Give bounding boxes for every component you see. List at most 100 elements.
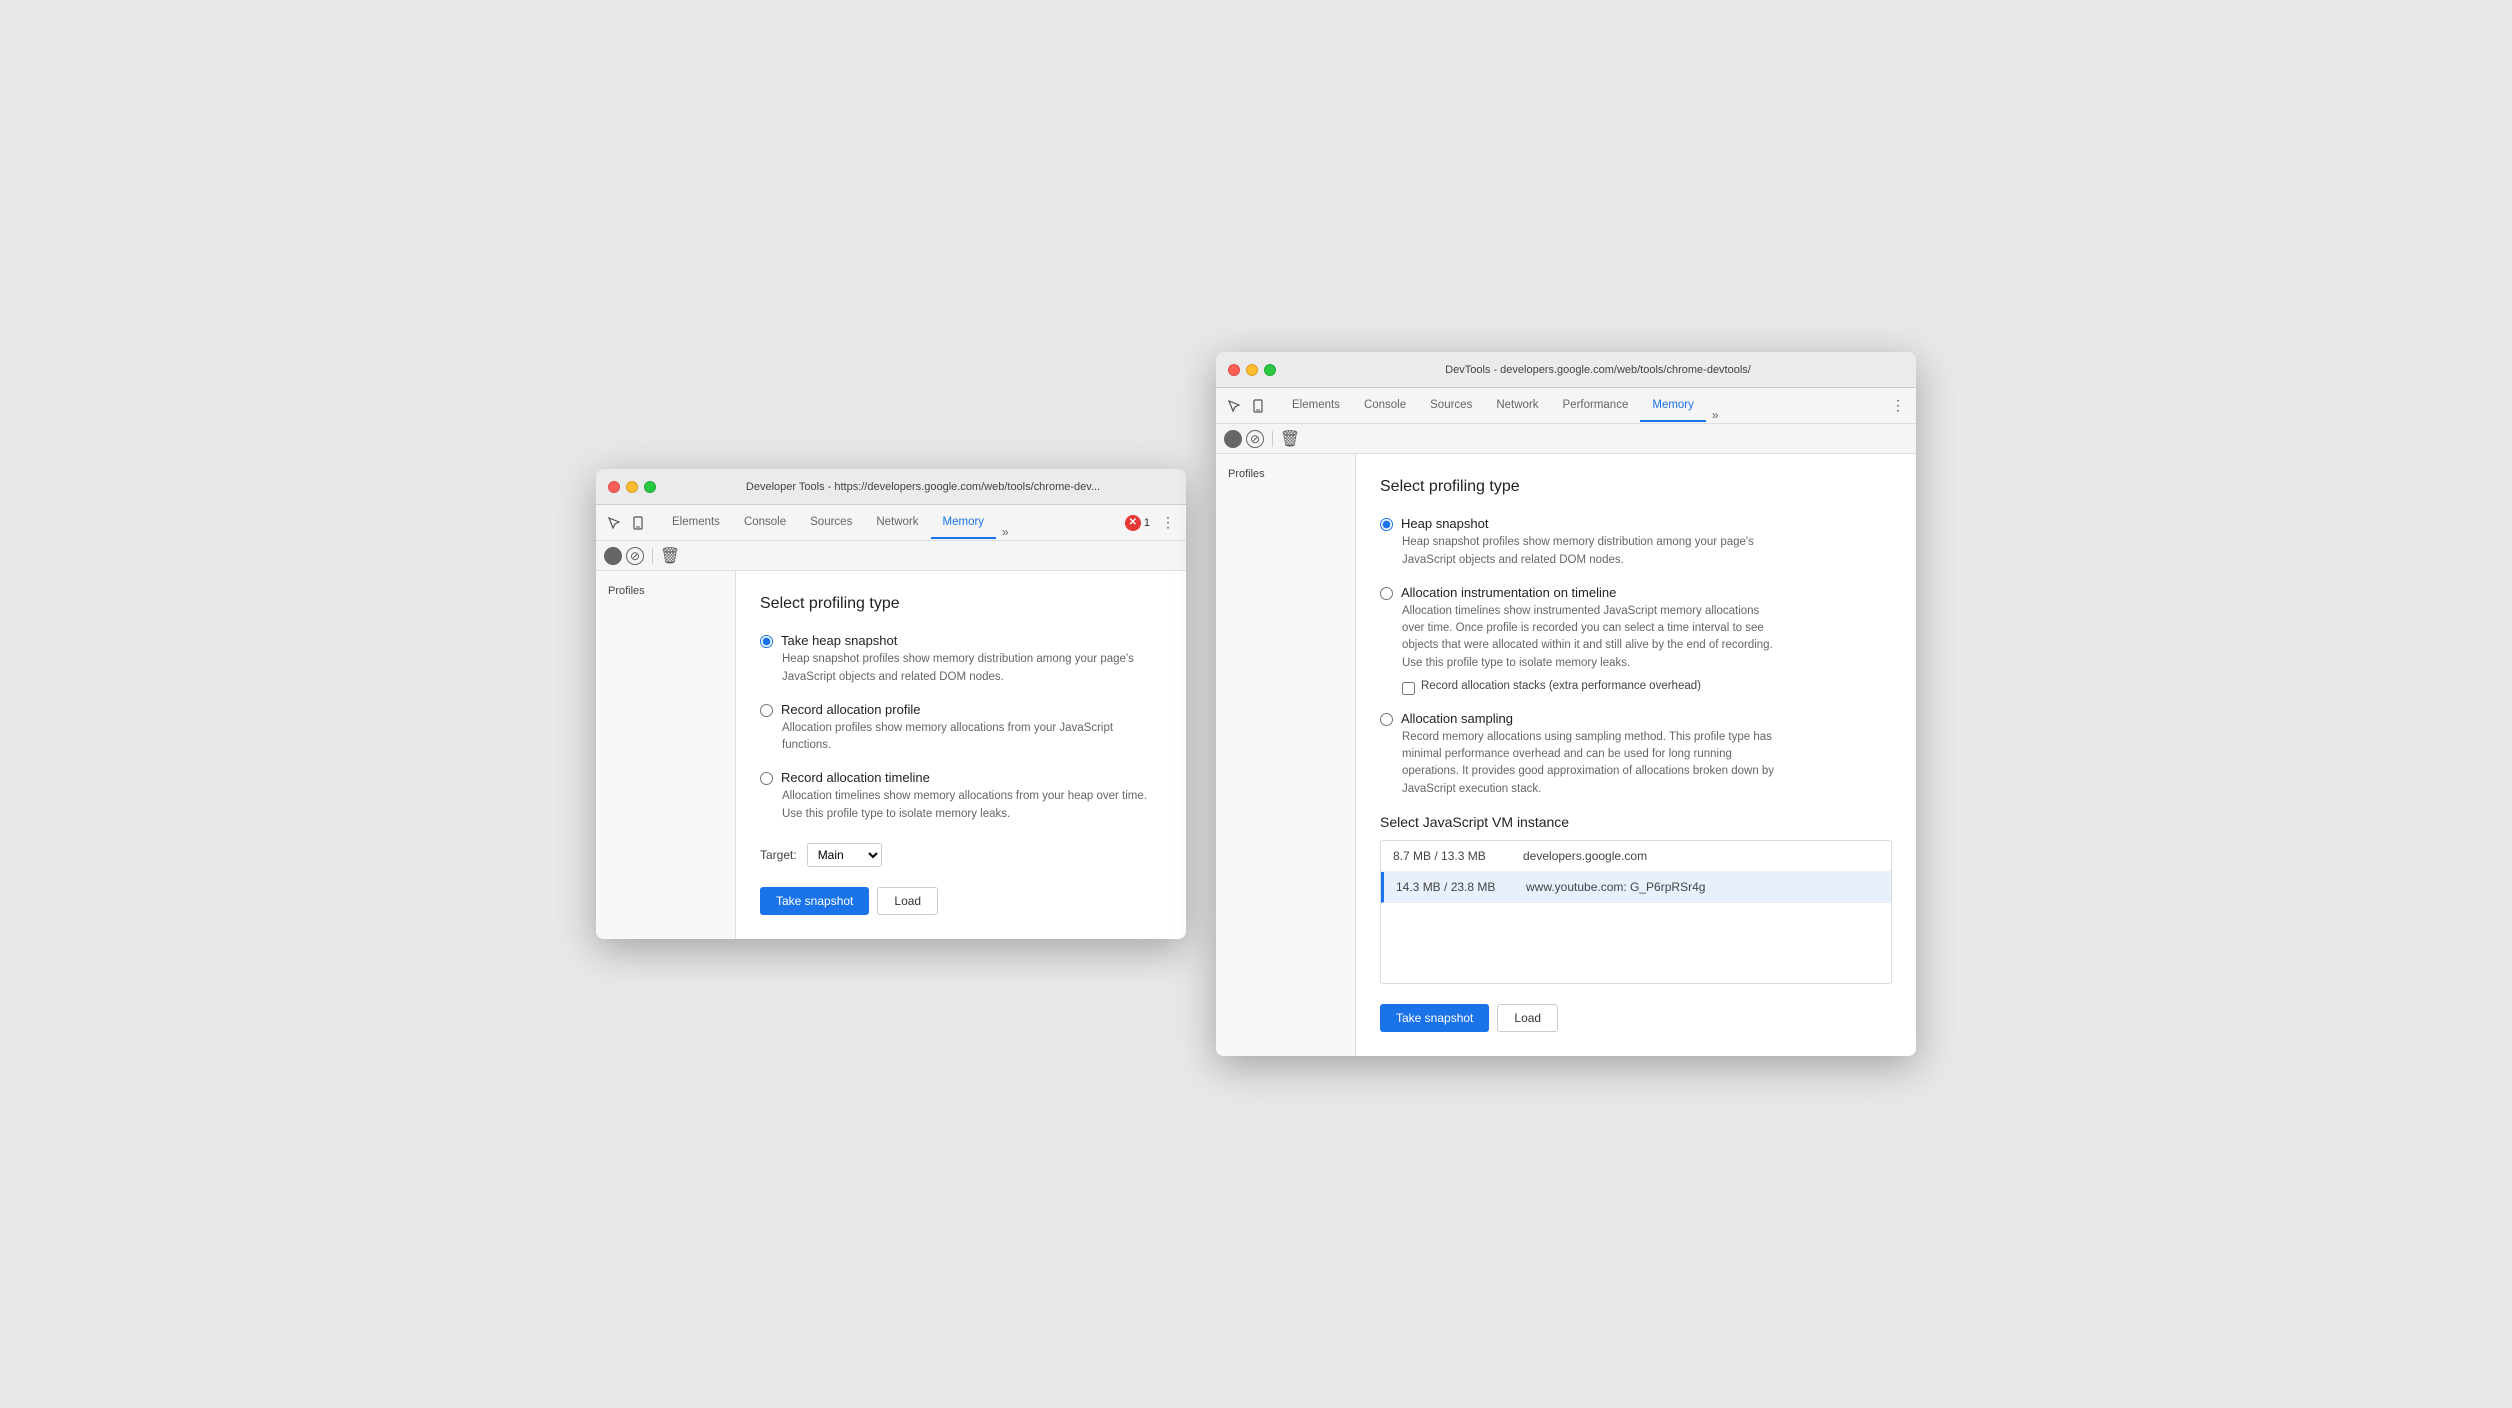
checkbox-option-2: Record allocation stacks (extra performa… [1402,680,1892,695]
radio-input-heap-2[interactable] [1380,518,1393,531]
cursor-icon[interactable] [604,513,624,533]
radio-label-timeline-1[interactable]: Record allocation timeline [760,770,1162,785]
clear-btn-1[interactable]: 🗑 [661,547,679,565]
alloc-stacks-checkbox[interactable] [1402,682,1415,695]
option-heap-2: Heap snapshot Heap snapshot profiles sho… [1380,516,1892,569]
target-select-1[interactable]: Main [807,843,882,867]
take-snapshot-btn-2[interactable]: Take snapshot [1380,1004,1489,1032]
vm-size-1: 14.3 MB / 23.8 MB [1396,880,1526,894]
option-timeline-1: Record allocation timeline Allocation ti… [760,770,1162,823]
radio-title-alloc-1: Record allocation profile [781,702,920,717]
radio-input-timeline-1[interactable] [760,772,773,785]
toolbar-icons-2 [1224,396,1268,416]
secondary-toolbar-1: ⊘ 🗑 [596,541,1186,571]
vm-row-0[interactable]: 8.7 MB / 13.3 MB developers.google.com [1381,841,1891,872]
tab-memory-1[interactable]: Memory [931,507,997,539]
radio-title-heap-1: Take heap snapshot [781,633,897,648]
radio-input-instr-2[interactable] [1380,587,1393,600]
secondary-toolbar-2: ⊘ 🗑 [1216,424,1916,454]
sep-1 [652,548,653,564]
title-bar-2: DevTools - developers.google.com/web/too… [1216,352,1916,388]
devtools-window-2: DevTools - developers.google.com/web/too… [1216,352,1916,1056]
tab-elements-2[interactable]: Elements [1280,390,1352,422]
record-btn-2[interactable] [1224,430,1242,448]
vm-size-0: 8.7 MB / 13.3 MB [1393,849,1523,863]
error-count-1: 1 [1144,517,1150,529]
tab-performance-2[interactable]: Performance [1551,390,1641,422]
radio-label-sampling-2[interactable]: Allocation sampling [1380,711,1892,726]
radio-label-heap-1[interactable]: Take heap snapshot [760,633,1162,648]
radio-input-heap-1[interactable] [760,635,773,648]
load-btn-2[interactable]: Load [1497,1004,1558,1032]
sidebar-2: Profiles [1216,454,1356,1056]
mobile-icon[interactable] [628,513,648,533]
radio-desc-instr-2: Allocation timelines show instrumented J… [1402,603,1782,672]
toolbar-icons-1 [604,513,648,533]
radio-label-instr-2[interactable]: Allocation instrumentation on timeline [1380,585,1892,600]
maximize-button-1[interactable] [644,481,656,493]
radio-label-heap-2[interactable]: Heap snapshot [1380,516,1892,531]
radio-desc-heap-2: Heap snapshot profiles show memory distr… [1402,534,1782,569]
vm-section-title: Select JavaScript VM instance [1380,814,1892,830]
btn-row-2: Take snapshot Load [1380,1004,1892,1032]
tab-network-1[interactable]: Network [864,507,930,539]
menu-icon-1[interactable]: ⋮ [1158,513,1178,533]
sidebar-1: Profiles [596,571,736,939]
content-area-2: Profiles Select profiling type Heap snap… [1216,454,1916,1056]
tab-more-1[interactable]: » [996,525,1015,539]
menu-icon-2[interactable]: ⋮ [1888,396,1908,416]
minimize-button-2[interactable] [1246,364,1258,376]
minimize-button-1[interactable] [626,481,638,493]
clear-btn-2[interactable]: 🗑 [1281,430,1299,448]
radio-input-alloc-1[interactable] [760,704,773,717]
tab-network-2[interactable]: Network [1484,390,1550,422]
window-title-1: Developer Tools - https://developers.goo… [672,481,1174,493]
target-label-1: Target: [760,848,797,862]
option-heap-1: Take heap snapshot Heap snapshot profile… [760,633,1162,686]
toolbar-right-2: ⋮ [1888,396,1908,416]
window-title-2: DevTools - developers.google.com/web/too… [1292,364,1904,376]
close-button-1[interactable] [608,481,620,493]
close-button-2[interactable] [1228,364,1240,376]
option-alloc-profile-1: Record allocation profile Allocation pro… [760,702,1162,755]
btn-row-1: Take snapshot Load [760,887,1162,915]
radio-title-sampling-2: Allocation sampling [1401,711,1513,726]
load-btn-1[interactable]: Load [877,887,938,915]
radio-title-timeline-1: Record allocation timeline [781,770,930,785]
main-panel-1: Select profiling type Take heap snapshot… [736,571,1186,939]
traffic-lights-2 [1228,364,1276,376]
target-row-1: Target: Main [760,843,1162,867]
mobile-icon-2[interactable] [1248,396,1268,416]
option-sampling-2: Allocation sampling Record memory alloca… [1380,711,1892,798]
stop-btn-2[interactable]: ⊘ [1246,430,1264,448]
radio-desc-sampling-2: Record memory allocations using sampling… [1402,729,1782,798]
tab-console-1[interactable]: Console [732,507,798,539]
option-alloc-instr-2: Allocation instrumentation on timeline A… [1380,585,1892,695]
content-area-1: Profiles Select profiling type Take heap… [596,571,1186,939]
error-indicator-1[interactable]: ✕ 1 [1125,515,1150,531]
sep-2 [1272,431,1273,447]
vm-name-1: www.youtube.com: G_P6rpRSr4g [1526,880,1879,894]
vm-table: 8.7 MB / 13.3 MB developers.google.com 1… [1380,840,1892,984]
vm-row-1[interactable]: 14.3 MB / 23.8 MB www.youtube.com: G_P6r… [1381,872,1891,903]
tab-more-2[interactable]: » [1706,408,1725,422]
cursor-icon-2[interactable] [1224,396,1244,416]
checkbox-label-2: Record allocation stacks (extra performa… [1421,680,1701,692]
take-snapshot-btn-1[interactable]: Take snapshot [760,887,869,915]
radio-input-sampling-2[interactable] [1380,713,1393,726]
error-icon: ✕ [1125,515,1141,531]
tab-console-2[interactable]: Console [1352,390,1418,422]
sidebar-profiles-2: Profiles [1216,462,1355,486]
tab-elements-1[interactable]: Elements [660,507,732,539]
panel-title-1: Select profiling type [760,595,1162,613]
toolbar-right-1: ✕ 1 ⋮ [1125,513,1178,533]
toolbar-1: Elements Console Sources Network Memory … [596,505,1186,541]
tab-sources-1[interactable]: Sources [798,507,864,539]
stop-btn-1[interactable]: ⊘ [626,547,644,565]
tab-memory-2[interactable]: Memory [1640,390,1706,422]
radio-title-heap-2: Heap snapshot [1401,516,1488,531]
radio-label-alloc-1[interactable]: Record allocation profile [760,702,1162,717]
record-btn-1[interactable] [604,547,622,565]
tab-sources-2[interactable]: Sources [1418,390,1484,422]
maximize-button-2[interactable] [1264,364,1276,376]
